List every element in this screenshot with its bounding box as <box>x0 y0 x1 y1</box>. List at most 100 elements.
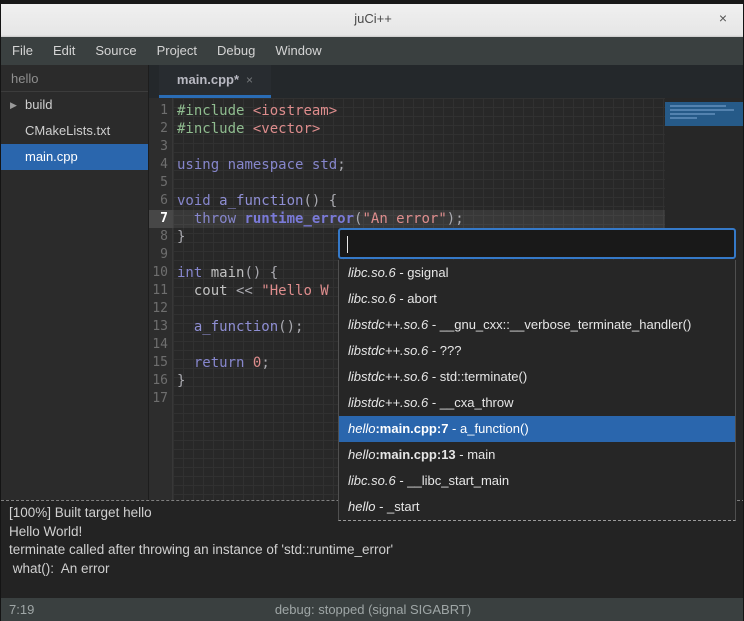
code-token: #include <box>177 103 244 119</box>
line-number: 5 <box>149 174 173 192</box>
stack-frame-item[interactable]: libc.so.6 - __libc_start_main <box>339 468 735 494</box>
code-token <box>211 193 219 209</box>
code-line[interactable]: return 0; <box>177 354 270 372</box>
menu-item-edit[interactable]: Edit <box>43 37 85 65</box>
code-line[interactable]: #include <iostream> <box>177 102 337 120</box>
separator: - <box>396 473 408 488</box>
separator: - <box>428 395 440 410</box>
stack-frame-item[interactable]: libc.so.6 - abort <box>339 286 735 312</box>
menu-item-debug[interactable]: Debug <box>207 37 265 65</box>
code-token: throw <box>194 211 236 227</box>
stack-frame-item[interactable]: libstdc++.so.6 - __gnu_cxx::__verbose_te… <box>339 312 735 338</box>
code-token: runtime_error <box>244 211 354 227</box>
code-token: main <box>211 265 245 281</box>
stack-frame-item[interactable]: libc.so.6 - gsignal <box>339 260 735 286</box>
stack-frame-item[interactable]: libstdc++.so.6 - ??? <box>339 338 735 364</box>
window-title: juCi++ <box>1 11 744 26</box>
project-sidebar: hello ▶buildCMakeLists.txtmain.cpp <box>1 65 149 500</box>
line-number: 11 <box>149 282 173 300</box>
stack-frame-item[interactable]: hello:main.cpp:7 - a_function() <box>339 416 735 442</box>
tab-close-icon[interactable]: × <box>246 73 253 87</box>
file-tree: ▶buildCMakeLists.txtmain.cpp <box>1 92 148 170</box>
menu-item-project[interactable]: Project <box>147 37 207 65</box>
window-close-icon[interactable]: × <box>714 9 732 27</box>
code-token <box>244 103 252 119</box>
tab-main-cpp[interactable]: main.cpp*× <box>159 65 271 98</box>
code-line[interactable]: } <box>177 372 185 390</box>
line-number: 6 <box>149 192 173 210</box>
stack-frame-item[interactable]: libstdc++.so.6 - std::terminate() <box>339 364 735 390</box>
output-line: what(): An error <box>9 560 737 579</box>
menu-item-source[interactable]: Source <box>85 37 146 65</box>
code-token: namespace <box>228 157 304 173</box>
code-token <box>202 265 210 281</box>
sidebar-item-build[interactable]: ▶build <box>1 92 148 118</box>
expander-triangle-icon[interactable]: ▶ <box>10 92 17 118</box>
stack-frame-item[interactable]: hello - _start <box>339 494 735 520</box>
sidebar-item-main-cpp[interactable]: main.cpp <box>1 144 148 170</box>
line-number: 4 <box>149 156 173 174</box>
separator: - <box>396 265 408 280</box>
tooltip-text-line <box>670 109 734 111</box>
line-number: 17 <box>149 390 173 408</box>
code-token: "An error" <box>362 211 446 227</box>
code-line[interactable]: a_function(); <box>177 318 303 336</box>
code-line[interactable]: throw runtime_error("An error"); <box>177 210 464 228</box>
stack-trace-list: libc.so.6 - gsignallibc.so.6 - abortlibs… <box>338 260 736 521</box>
library-name: libstdc++.so.6 <box>348 395 428 410</box>
code-token: () { <box>303 193 337 209</box>
line-number: 12 <box>149 300 173 318</box>
code-token <box>244 121 252 137</box>
code-token: "Hello W <box>261 283 328 299</box>
library-name: libstdc++.so.6 <box>348 369 428 384</box>
code-token: std <box>312 157 337 173</box>
function-name: ??? <box>440 343 462 358</box>
library-name: libstdc++.so.6 <box>348 317 428 332</box>
text-caret <box>347 236 348 253</box>
app-window: juCi++ × FileEditSourceProjectDebugWindo… <box>0 0 744 621</box>
stack-frame-item[interactable]: libstdc++.so.6 - __cxa_throw <box>339 390 735 416</box>
library-name: hello <box>348 421 375 436</box>
line-number: 9 <box>149 246 173 264</box>
file-label: main.cpp <box>25 144 78 170</box>
code-token <box>177 283 194 299</box>
code-token: } <box>177 373 185 389</box>
separator: - <box>396 291 408 306</box>
source-location: :main.cpp:7 <box>375 421 448 436</box>
stack-trace-search-input[interactable] <box>338 228 736 259</box>
library-name: libstdc++.so.6 <box>348 343 428 358</box>
code-token: a_function <box>219 193 303 209</box>
code-token: ; <box>261 355 269 371</box>
code-line[interactable]: } <box>177 228 185 246</box>
library-name: libc.so.6 <box>348 291 396 306</box>
separator: - <box>456 447 468 462</box>
function-name: __libc_start_main <box>407 473 509 488</box>
code-token <box>303 157 311 173</box>
menu-item-file[interactable]: File <box>2 37 43 65</box>
code-line[interactable]: int main() { <box>177 264 278 282</box>
code-line[interactable]: cout << "Hello W <box>177 282 329 300</box>
line-number: 3 <box>149 138 173 156</box>
function-name: gsignal <box>407 265 448 280</box>
menu-item-window[interactable]: Window <box>265 37 331 65</box>
code-token <box>219 157 227 173</box>
tooltip-text-line <box>670 117 697 119</box>
library-name: libc.so.6 <box>348 473 396 488</box>
code-token: << <box>228 283 262 299</box>
line-number: 16 <box>149 372 173 390</box>
project-name: hello <box>1 65 148 92</box>
code-token: ); <box>447 211 464 227</box>
sidebar-item-cmakelists-txt[interactable]: CMakeLists.txt <box>1 118 148 144</box>
function-name: __cxa_throw <box>440 395 514 410</box>
code-token: return <box>194 355 245 371</box>
code-line[interactable]: using namespace std; <box>177 156 346 174</box>
line-number: 2 <box>149 120 173 138</box>
code-line[interactable]: void a_function() { <box>177 192 337 210</box>
code-line[interactable]: #include <vector> <box>177 120 320 138</box>
code-token <box>177 319 194 335</box>
stack-frame-item[interactable]: hello:main.cpp:13 - main <box>339 442 735 468</box>
separator: - <box>375 499 387 514</box>
status-bar: 7:19 debug: stopped (signal SIGABRT) <box>1 598 744 621</box>
code-token <box>177 355 194 371</box>
function-name: abort <box>407 291 437 306</box>
